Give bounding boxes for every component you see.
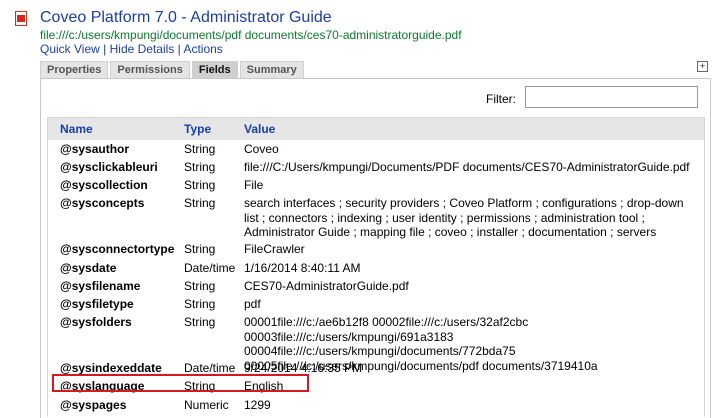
field-type: Numeric [184, 398, 229, 412]
tab-permissions[interactable]: Permissions [110, 61, 190, 78]
field-name: @sysconcepts [60, 196, 145, 210]
expand-icon[interactable]: + [697, 61, 708, 72]
field-value: search interfaces ; security providers ;… [244, 196, 684, 239]
table-header: Name Type Value [48, 118, 704, 140]
field-value: FileCrawler [244, 242, 305, 256]
column-header-value[interactable]: Value [244, 122, 275, 136]
field-type: Date/time [184, 261, 236, 275]
column-header-type[interactable]: Type [184, 122, 211, 136]
details-tabs: Properties Permissions Fields Summary [40, 61, 306, 79]
field-name: @sysfilename [60, 279, 141, 293]
quick-view-link[interactable]: Quick View [40, 42, 100, 56]
field-value: 1/16/2014 8:40:11 AM [244, 261, 361, 275]
filter-label: Filter: [486, 92, 516, 106]
field-name: @sysclickableuri [60, 160, 158, 174]
field-value: File [244, 178, 264, 192]
field-name: @syscollection [60, 178, 148, 192]
column-header-name[interactable]: Name [60, 122, 93, 136]
tab-properties[interactable]: Properties [40, 61, 109, 78]
tab-summary[interactable]: Summary [239, 61, 304, 78]
document-actions: Quick View | Hide Details | Actions [40, 42, 223, 56]
field-value: English [244, 379, 284, 393]
link-separator: | [99, 42, 110, 56]
field-name: @sysauthor [60, 142, 130, 156]
field-value: 1299 [244, 398, 271, 412]
field-name: @sysindexeddate [60, 361, 162, 375]
document-title-link[interactable]: Coveo Platform 7.0 - Administrator Guide [40, 9, 332, 27]
hide-details-link[interactable]: Hide Details [110, 42, 175, 56]
actions-link[interactable]: Actions [183, 42, 222, 56]
field-name: @sysconnectortype [60, 242, 175, 256]
field-value: 9/24/2014 4:16:35 PM [244, 361, 363, 375]
field-value: pdf [244, 297, 261, 311]
pdf-file-icon [15, 11, 27, 26]
field-type: String [184, 178, 216, 192]
field-type: String [184, 279, 216, 293]
field-name: @sysfolders [60, 315, 132, 329]
tab-fields[interactable]: Fields [191, 61, 238, 78]
field-type: String [184, 142, 216, 156]
field-name: @syspages [60, 398, 127, 412]
field-type: String [184, 315, 216, 329]
field-value: Coveo [244, 142, 279, 156]
field-type: String [184, 379, 216, 393]
field-type: String [184, 196, 216, 210]
field-type: String [184, 297, 216, 311]
field-type: String [184, 160, 216, 174]
filter-input[interactable] [525, 86, 698, 108]
field-value: file:///C:/Users/kmpungi/Documents/PDF d… [244, 160, 690, 174]
field-name: @sysfiletype [60, 297, 134, 311]
field-name: @syslanguage [60, 379, 145, 393]
fields-table: Name Type Value @sysauthor String Coveo … [47, 117, 705, 417]
field-value: CES70-AdministratorGuide.pdf [244, 279, 409, 293]
field-type: Date/time [184, 361, 236, 375]
field-type: String [184, 242, 216, 256]
document-uri: file:///c:/users/kmpungi/documents/pdf d… [40, 28, 462, 42]
field-name: @sysdate [60, 261, 117, 275]
